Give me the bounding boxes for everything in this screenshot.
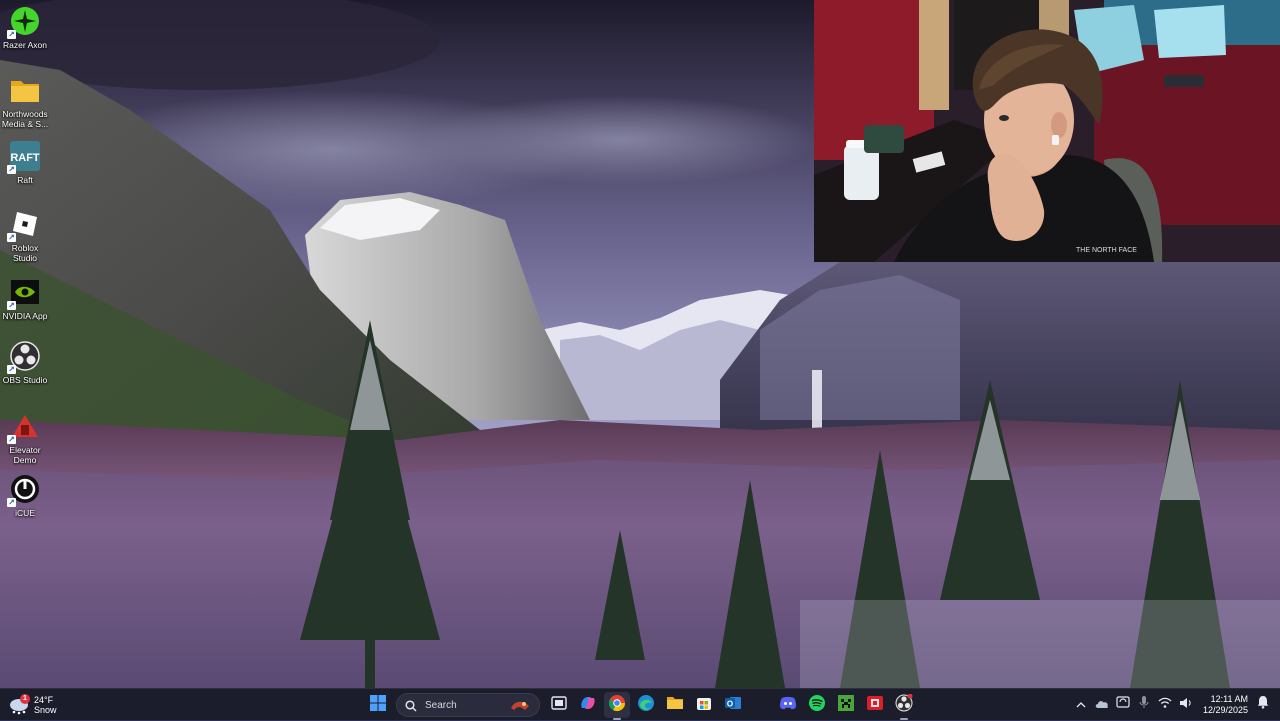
desktop-icon-icue[interactable]: ↗ iCUE [0, 473, 50, 518]
sync-icon [1116, 695, 1131, 714]
svg-text:THE NORTH FACE: THE NORTH FACE [1076, 247, 1137, 254]
desktop-icon-roblox-studio[interactable]: ↗ Roblox Studio [0, 208, 50, 263]
outlook-button[interactable]: O [720, 692, 746, 718]
microphone-icon [1139, 695, 1149, 714]
desktop-icon-label: Roblox Studio [11, 243, 39, 263]
chevron-up-icon [1076, 696, 1086, 714]
obs-button[interactable] [891, 692, 917, 720]
start-button[interactable] [365, 692, 391, 718]
onedrive-icon [1095, 696, 1109, 714]
desktop-icon-obs-studio[interactable]: ↗ OBS Studio [0, 340, 50, 385]
obs-icon [895, 693, 913, 717]
chrome-icon [608, 694, 626, 717]
icue-icon: ↗ [7, 473, 41, 507]
razer-axon-icon: ↗ [7, 5, 41, 39]
weather-alert-badge: 1 [20, 694, 30, 704]
search-highlight-icon [509, 698, 531, 712]
task-view-icon [550, 695, 567, 715]
raft-icon: RAFT ↗ [7, 140, 41, 174]
speaker-icon [1179, 696, 1193, 714]
microphone-tray-button[interactable] [1135, 696, 1153, 714]
svg-text:RAFT: RAFT [10, 152, 40, 164]
file-explorer-button[interactable] [662, 692, 688, 718]
edge-icon [637, 694, 655, 717]
task-view-button[interactable] [546, 692, 572, 718]
desktop-icon-northwoods-folder[interactable]: Northwoods Media & S... [0, 74, 50, 129]
volume-tray-button[interactable] [1177, 696, 1195, 714]
desktop-icon-label: OBS Studio [2, 375, 48, 385]
roblox-studio-icon: ↗ [7, 208, 41, 242]
weather-widget[interactable]: 1 24°F Snow [8, 693, 57, 717]
sync-tray-button[interactable] [1114, 696, 1132, 714]
red-app-button[interactable] [862, 692, 888, 718]
red-app-icon [866, 695, 883, 716]
elevator-demo-icon: ↗ [7, 410, 41, 444]
desktop-icon-label: NVIDIA App [2, 311, 48, 321]
clock-date: 12/29/2025 [1202, 704, 1248, 715]
taskbar-clock[interactable]: 12:11 AM 12/29/2025 [1203, 694, 1248, 716]
obs-studio-icon: ↗ [7, 340, 41, 374]
spotify-icon [808, 694, 826, 717]
show-hidden-icons-button[interactable] [1072, 696, 1090, 714]
discord-icon [779, 696, 797, 715]
search-icon [405, 699, 417, 712]
clock-time: 12:11 AM [1210, 693, 1248, 704]
outlook-icon: O [724, 695, 742, 716]
desktop-icon-elevator-demo[interactable]: ↗ Elevator Demo [0, 410, 50, 465]
copilot-button[interactable] [575, 692, 601, 718]
bell-icon [1257, 695, 1269, 714]
desktop-icon-razer-axon[interactable]: ↗ Razer Axon [0, 5, 50, 50]
desktop-icon-label: Elevator Demo [9, 445, 41, 465]
store-icon [696, 695, 712, 716]
desktop-icon-label: Razer Axon [3, 40, 47, 50]
svg-text:O: O [726, 699, 732, 708]
copilot-icon [579, 694, 597, 717]
desktop-icon-label: Raft [17, 175, 33, 185]
discord-button[interactable] [775, 692, 801, 718]
minecraft-button[interactable] [833, 692, 859, 718]
nvidia-icon: ↗ [7, 276, 41, 310]
wifi-tray-button[interactable] [1156, 696, 1174, 714]
desktop-icon-nvidia-app[interactable]: ↗ NVIDIA App [0, 276, 50, 321]
windows-icon [369, 694, 386, 716]
edge-button[interactable] [633, 692, 659, 718]
folder-icon [666, 695, 684, 715]
notifications-button[interactable] [1254, 696, 1272, 714]
weather-temperature: 24°F [34, 695, 54, 705]
search-placeholder: Search [425, 699, 457, 711]
onedrive-tray-button[interactable] [1093, 696, 1111, 714]
taskbar-search-box[interactable]: Search [396, 693, 540, 717]
desktop-icon-label: iCUE [15, 508, 35, 518]
taskbar-center: Search O [363, 692, 918, 720]
system-tray: 12:11 AM 12/29/2025 [1071, 689, 1280, 720]
desktop-icon-label: Northwoods Media & S... [1, 109, 49, 129]
desktop-icon-raft[interactable]: RAFT ↗ Raft [0, 140, 50, 185]
snow-weather-icon: 1 [8, 694, 30, 716]
store-button[interactable] [691, 692, 717, 718]
taskbar: 1 24°F Snow Search O 12:11 AM 12/29/2025 [0, 688, 1280, 720]
minecraft-icon [837, 694, 854, 716]
spotify-button[interactable] [804, 692, 830, 718]
webcam-person-image: THE NORTH FACE [814, 0, 1280, 262]
weather-condition: Snow [34, 705, 57, 715]
webcam-feed: THE NORTH FACE [814, 0, 1280, 262]
wifi-icon [1158, 696, 1172, 714]
folder-icon [9, 74, 41, 106]
chrome-button[interactable] [603, 692, 630, 720]
